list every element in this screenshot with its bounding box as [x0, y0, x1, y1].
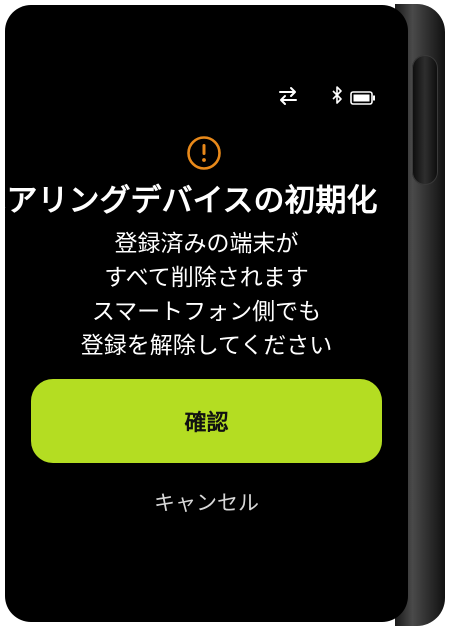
battery-icon: [350, 91, 375, 105]
status-bar: [5, 85, 408, 111]
cancel-button[interactable]: キャンセル: [105, 483, 308, 523]
dialog-message: 登録済みの端末が すべて削除されます スマートフォン側でも 登録を解除してくださ…: [5, 227, 408, 363]
device-side-button[interactable]: [412, 55, 438, 185]
cancel-button-label: キャンセル: [154, 491, 259, 515]
confirm-button-label: 確認: [184, 411, 229, 436]
message-line: 登録済みの端末が: [114, 231, 299, 257]
message-line: 登録を解除してください: [80, 333, 333, 359]
message-line: すべて削除されます: [104, 265, 309, 291]
device-screen: ペアリングデバイスの初期化 登録済みの端末が すべて削除されます スマートフォン…: [5, 5, 408, 622]
warning-icon: [187, 136, 221, 170]
message-line: スマートフォン側でも: [91, 299, 322, 325]
bluetooth-icon: [332, 86, 342, 104]
sync-arrows-icon: [279, 87, 297, 105]
dialog-title: ペアリングデバイスの初期化: [5, 179, 408, 223]
dialog-title-text: ペアリングデバイスの初期化: [5, 183, 378, 219]
confirm-button[interactable]: 確認: [31, 379, 382, 463]
